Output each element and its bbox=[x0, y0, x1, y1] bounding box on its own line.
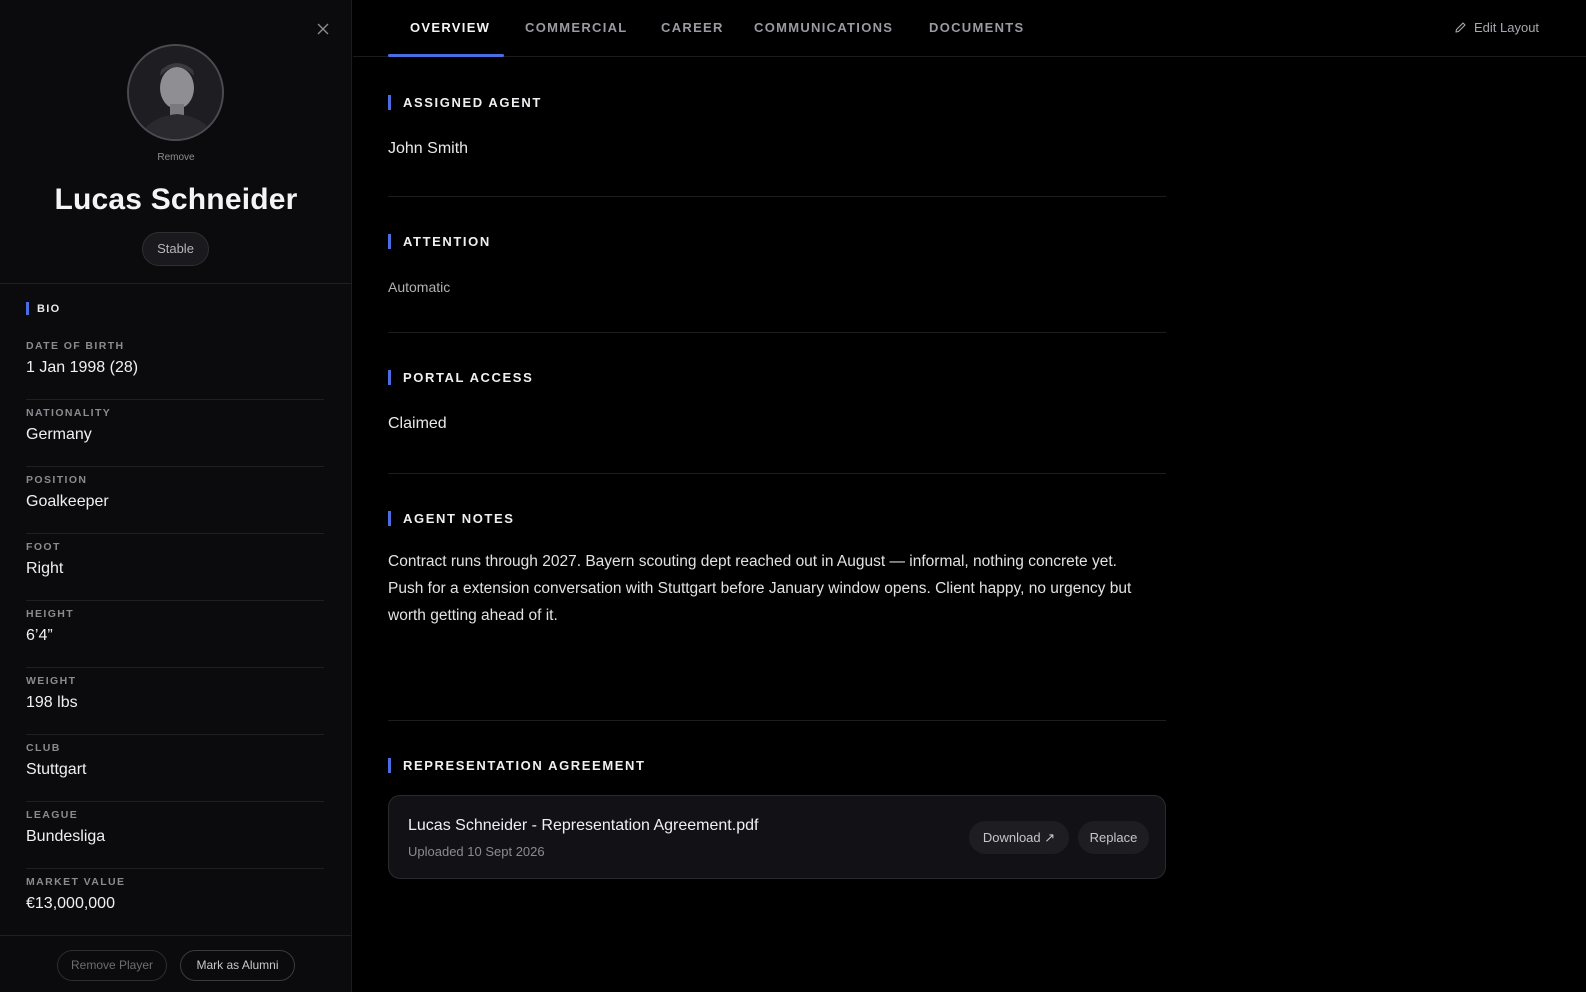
bio-row-league: LEAGUE Bundesliga bbox=[26, 802, 324, 869]
tab-career[interactable]: CAREER bbox=[661, 20, 724, 35]
agent-notes-text[interactable]: Contract runs through 2027. Bayern scout… bbox=[388, 548, 1148, 629]
download-button[interactable]: Download ↗ bbox=[969, 821, 1069, 854]
attention-header: ATTENTION bbox=[388, 234, 491, 249]
divider bbox=[0, 283, 352, 284]
bio-value: 198 lbs bbox=[26, 694, 78, 711]
assigned-agent-header: ASSIGNED AGENT bbox=[388, 95, 542, 110]
remove-player-button[interactable]: Remove Player bbox=[57, 950, 167, 981]
tab-overview[interactable]: OVERVIEW bbox=[410, 20, 490, 35]
bio-row-nationality: NATIONALITY Germany bbox=[26, 400, 324, 467]
bio-value: Bundesliga bbox=[26, 828, 106, 845]
bio-row-market-value: MARKET VALUE €13,000,000 bbox=[26, 869, 324, 936]
tab-documents[interactable]: DOCUMENTS bbox=[929, 20, 1024, 35]
status-badge[interactable]: Stable bbox=[142, 232, 209, 266]
upload-date: Uploaded 10 Sept 2026 bbox=[408, 844, 545, 859]
remove-photo-link[interactable]: Remove bbox=[0, 152, 352, 163]
mark-as-alumni-button[interactable]: Mark as Alumni bbox=[180, 950, 295, 981]
section-title: REPRESENTATION AGREEMENT bbox=[403, 758, 646, 773]
bio-value: Right bbox=[26, 560, 64, 577]
bio-value: €13,000,000 bbox=[26, 895, 115, 912]
bio-row-club: CLUB Stuttgart bbox=[26, 735, 324, 802]
portal-access-value: Claimed bbox=[388, 415, 447, 432]
player-sidebar: Remove Lucas Schneider Stable BIO DATE O… bbox=[0, 0, 352, 992]
pencil-icon bbox=[1455, 22, 1466, 33]
close-icon[interactable] bbox=[313, 19, 333, 39]
section-title: ASSIGNED AGENT bbox=[403, 95, 542, 110]
edit-layout-button[interactable]: Edit Layout bbox=[1454, 20, 1539, 35]
tab-commercial[interactable]: COMMERCIAL bbox=[525, 20, 628, 35]
tab-communications[interactable]: COMMUNICATIONS bbox=[754, 20, 893, 35]
bio-value: 1 Jan 1998 (28) bbox=[26, 359, 139, 376]
divider bbox=[388, 196, 1166, 197]
bio-row-position: POSITION Goalkeeper bbox=[26, 467, 324, 534]
bio-value: 6’4” bbox=[26, 627, 53, 644]
bio-label: MARKET VALUE bbox=[26, 876, 126, 888]
bio-value: Goalkeeper bbox=[26, 493, 109, 510]
agreement-file-card: Lucas Schneider - Representation Agreeme… bbox=[388, 795, 1166, 879]
bio-label: HEIGHT bbox=[26, 608, 75, 620]
bio-label: DATE OF BIRTH bbox=[26, 340, 125, 352]
section-title: AGENT NOTES bbox=[403, 511, 515, 526]
divider bbox=[388, 720, 1166, 721]
replace-button[interactable]: Replace bbox=[1078, 821, 1149, 854]
agent-notes-header: AGENT NOTES bbox=[388, 511, 515, 526]
bio-title: BIO bbox=[37, 302, 61, 315]
divider bbox=[388, 473, 1166, 474]
bio-row-weight: WEIGHT 198 lbs bbox=[26, 668, 324, 735]
bio-header: BIO bbox=[26, 302, 60, 315]
bio-label: POSITION bbox=[26, 474, 88, 486]
bio-label: WEIGHT bbox=[26, 675, 77, 687]
divider bbox=[0, 935, 352, 936]
bio-row-height: HEIGHT 6’4” bbox=[26, 601, 324, 668]
bio-label: NATIONALITY bbox=[26, 407, 112, 419]
accent-bar bbox=[388, 370, 391, 385]
bio-label: LEAGUE bbox=[26, 809, 79, 821]
file-name: Lucas Schneider - Representation Agreeme… bbox=[408, 817, 759, 834]
bio-label: CLUB bbox=[26, 742, 61, 754]
bio-value: Germany bbox=[26, 426, 92, 443]
accent-bar bbox=[388, 511, 391, 526]
assigned-agent-value[interactable]: John Smith bbox=[388, 140, 468, 158]
bio-row-date-of-birth: DATE OF BIRTH 1 Jan 1998 (28) bbox=[26, 333, 324, 400]
bio-label: FOOT bbox=[26, 541, 61, 553]
active-tab-indicator bbox=[388, 54, 504, 57]
divider bbox=[388, 332, 1166, 333]
portal-access-header: PORTAL ACCESS bbox=[388, 370, 533, 385]
attention-value[interactable]: Automatic bbox=[388, 279, 450, 295]
accent-bar bbox=[388, 758, 391, 773]
edit-layout-label: Edit Layout bbox=[1474, 20, 1540, 35]
avatar[interactable] bbox=[127, 44, 224, 141]
player-name: Lucas Schneider bbox=[54, 183, 298, 216]
accent-bar bbox=[26, 302, 29, 315]
accent-bar bbox=[388, 234, 391, 249]
bio-row-foot: FOOT Right bbox=[26, 534, 324, 601]
bio-value: Stuttgart bbox=[26, 761, 87, 778]
bio-list: DATE OF BIRTH 1 Jan 1998 (28) NATIONALIT… bbox=[26, 333, 324, 936]
accent-bar bbox=[388, 95, 391, 110]
section-title: PORTAL ACCESS bbox=[403, 370, 534, 385]
representation-agreement-header: REPRESENTATION AGREEMENT bbox=[388, 758, 646, 773]
section-title: ATTENTION bbox=[403, 234, 491, 249]
